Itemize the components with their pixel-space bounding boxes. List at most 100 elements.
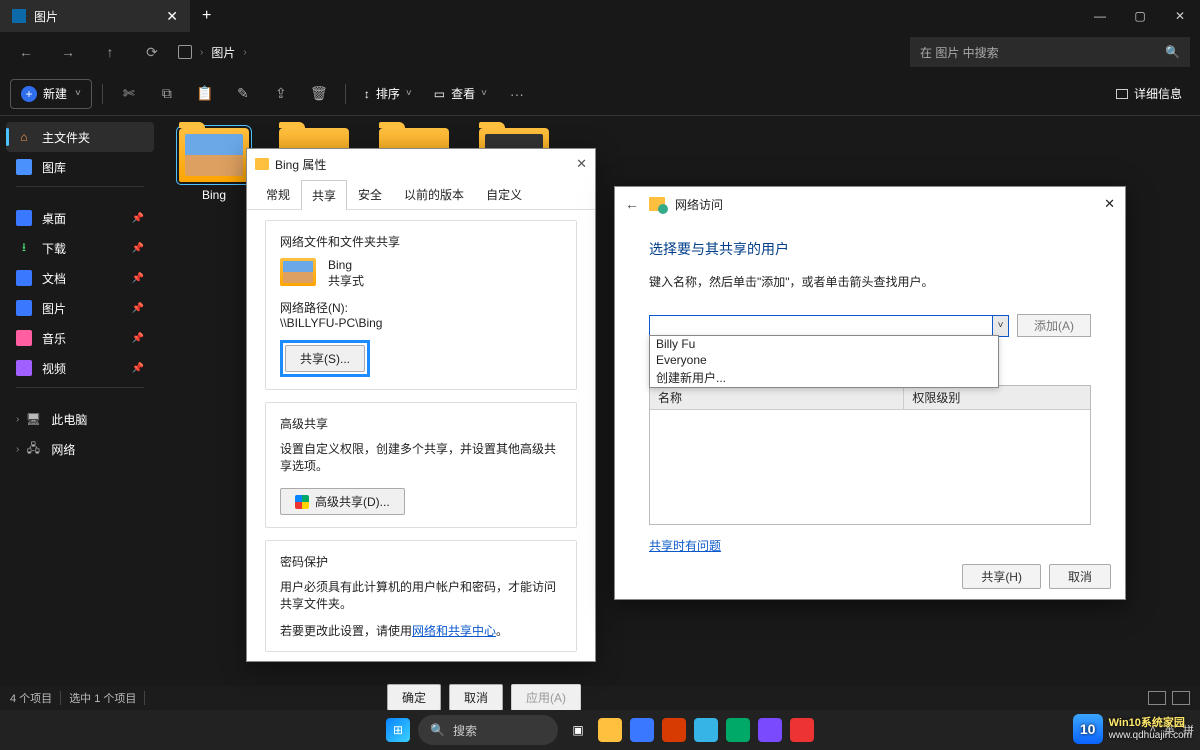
item-count: 4 个项目	[10, 690, 52, 706]
copy-button[interactable]: ⧉	[151, 78, 183, 110]
details-toggle[interactable]: 详细信息	[1108, 85, 1190, 102]
share-button[interactable]: 共享(H)	[962, 564, 1041, 589]
cancel-button[interactable]: 取消	[1049, 564, 1111, 589]
pin-icon: 📌	[132, 243, 144, 254]
view-button[interactable]: ▭ 查看 ˅	[426, 79, 495, 109]
details-label: 详细信息	[1134, 85, 1182, 102]
taskbar-app-icon[interactable]	[790, 718, 814, 742]
taskbar-app-icon[interactable]	[726, 718, 750, 742]
refresh-button[interactable]: ⟳	[136, 36, 168, 68]
heading: 选择要与其共享的用户	[649, 239, 1091, 259]
col-perm[interactable]: 权限级别	[904, 386, 1090, 409]
chevron-right-icon: ›	[16, 414, 19, 425]
search-placeholder: 在 图片 中搜索	[920, 44, 999, 61]
cancel-button[interactable]: 取消	[449, 684, 503, 711]
add-button[interactable]: 添加(A)	[1017, 314, 1091, 337]
tab-previous[interactable]: 以前的版本	[393, 179, 475, 209]
tab-customize[interactable]: 自定义	[475, 179, 533, 209]
sidebar-item-gallery[interactable]: 图库	[6, 152, 154, 182]
share-button[interactable]: 共享(S)...	[285, 345, 365, 372]
more-button[interactable]: ···	[501, 78, 533, 110]
breadcrumb[interactable]: › 图片 ›	[178, 44, 900, 61]
task-view-button[interactable]: ▣	[566, 718, 590, 742]
crumb-pictures[interactable]: 图片	[211, 44, 235, 61]
ok-button[interactable]: 确定	[387, 684, 441, 711]
dialog-title: 网络访问	[675, 196, 723, 213]
apply-button[interactable]: 应用(A)	[511, 684, 581, 711]
folder-item[interactable]: Bing	[176, 128, 252, 202]
col-name[interactable]: 名称	[650, 386, 904, 409]
music-icon	[16, 330, 32, 346]
taskbar-app-icon[interactable]	[630, 718, 654, 742]
tab-close-icon[interactable]: ✕	[166, 8, 178, 25]
network-center-link[interactable]: 网络和共享中心	[412, 624, 496, 638]
chevron-down-icon[interactable]: ˅	[992, 316, 1008, 336]
dialog-titlebar[interactable]: Bing 属性 ✕	[247, 149, 595, 179]
search-input[interactable]: 在 图片 中搜索 🔍	[910, 37, 1190, 67]
cut-button[interactable]: ✄	[113, 78, 145, 110]
taskbar-app-icon[interactable]	[598, 718, 622, 742]
tab-general[interactable]: 常规	[255, 179, 301, 209]
sidebar-item-desktop[interactable]: 桌面 📌	[6, 203, 154, 233]
help-link[interactable]: 共享时有问题	[649, 537, 721, 554]
minimize-button[interactable]: —	[1080, 0, 1120, 32]
forward-button[interactable]: →	[52, 36, 84, 68]
tab-security[interactable]: 安全	[347, 179, 393, 209]
network-access-dialog: ← 网络访问 ✕ 选择要与其共享的用户 键入名称，然后单击"添加"，或者单击箭头…	[614, 186, 1126, 600]
taskbar-app-icon[interactable]	[662, 718, 686, 742]
new-tab-button[interactable]: +	[190, 7, 223, 25]
paste-button[interactable]: 📋	[189, 78, 221, 110]
dropdown-option[interactable]: Everyone	[650, 352, 998, 368]
share-button[interactable]: ⇪	[265, 78, 297, 110]
advanced-share-button[interactable]: 高级共享(D)...	[280, 488, 405, 515]
sidebar-item-home[interactable]: ⌂ 主文件夹	[6, 122, 154, 152]
delete-button[interactable]: 🗑	[303, 78, 335, 110]
tab-sharing[interactable]: 共享	[301, 180, 347, 210]
maximize-button[interactable]: ▢	[1120, 0, 1160, 32]
user-combobox[interactable]: ˅	[649, 315, 1009, 337]
back-button[interactable]: ←	[10, 36, 42, 68]
share-state: 共享式	[328, 272, 364, 289]
network-share-icon	[649, 197, 665, 211]
sidebar-item-music[interactable]: 音乐 📌	[6, 323, 154, 353]
new-button[interactable]: + 新建 ˅	[10, 79, 92, 109]
tab-pictures[interactable]: 图片 ✕	[0, 0, 190, 32]
sidebar-item-label: 此电脑	[51, 411, 87, 428]
folder-label: Bing	[202, 188, 226, 202]
chevron-right-icon: ›	[243, 47, 246, 58]
network-icon: 🖧	[25, 441, 41, 457]
dropdown-option[interactable]: Billy Fu	[650, 336, 998, 352]
plus-icon: +	[21, 86, 37, 102]
details-icon	[1116, 89, 1128, 99]
start-button[interactable]: ⊞	[386, 718, 410, 742]
close-icon[interactable]: ✕	[576, 156, 587, 172]
taskbar-app-icon[interactable]	[694, 718, 718, 742]
back-button[interactable]: ←	[625, 196, 639, 212]
sidebar-item-label: 图片	[42, 300, 66, 317]
taskbar-app-icon[interactable]	[758, 718, 782, 742]
up-button[interactable]: ↑	[94, 36, 126, 68]
sidebar-item-documents[interactable]: 文档 📌	[6, 263, 154, 293]
watermark-line1: Win10系统家园	[1109, 717, 1192, 729]
pictures-icon	[12, 9, 26, 23]
view-details-button[interactable]	[1148, 691, 1166, 705]
view-icon: ▭	[434, 87, 445, 101]
sort-button[interactable]: ↕ 排序 ˅	[356, 79, 420, 109]
table-header: 名称 权限级别	[650, 386, 1090, 410]
close-window-button[interactable]: ✕	[1160, 0, 1200, 32]
close-icon[interactable]: ✕	[1104, 196, 1115, 212]
user-dropdown: Billy Fu Everyone 创建新用户...	[649, 335, 999, 388]
rename-button[interactable]: ✎	[227, 78, 259, 110]
tab-strip: 常规 共享 安全 以前的版本 自定义	[247, 179, 595, 210]
sidebar-item-videos[interactable]: 视频 📌	[6, 353, 154, 383]
sidebar-item-downloads[interactable]: ⭳ 下载 📌	[6, 233, 154, 263]
sidebar-item-network[interactable]: › 🖧 网络	[6, 434, 154, 464]
taskbar-search[interactable]: 🔍 搜索	[418, 715, 558, 745]
sidebar-item-thispc[interactable]: › 🖥 此电脑	[6, 404, 154, 434]
documents-icon	[16, 270, 32, 286]
tab-title: 图片	[34, 8, 58, 25]
user-input[interactable]	[650, 316, 992, 336]
view-icons-button[interactable]	[1172, 691, 1190, 705]
dropdown-option[interactable]: 创建新用户...	[650, 368, 998, 387]
sidebar-item-pictures[interactable]: 图片 📌	[6, 293, 154, 323]
